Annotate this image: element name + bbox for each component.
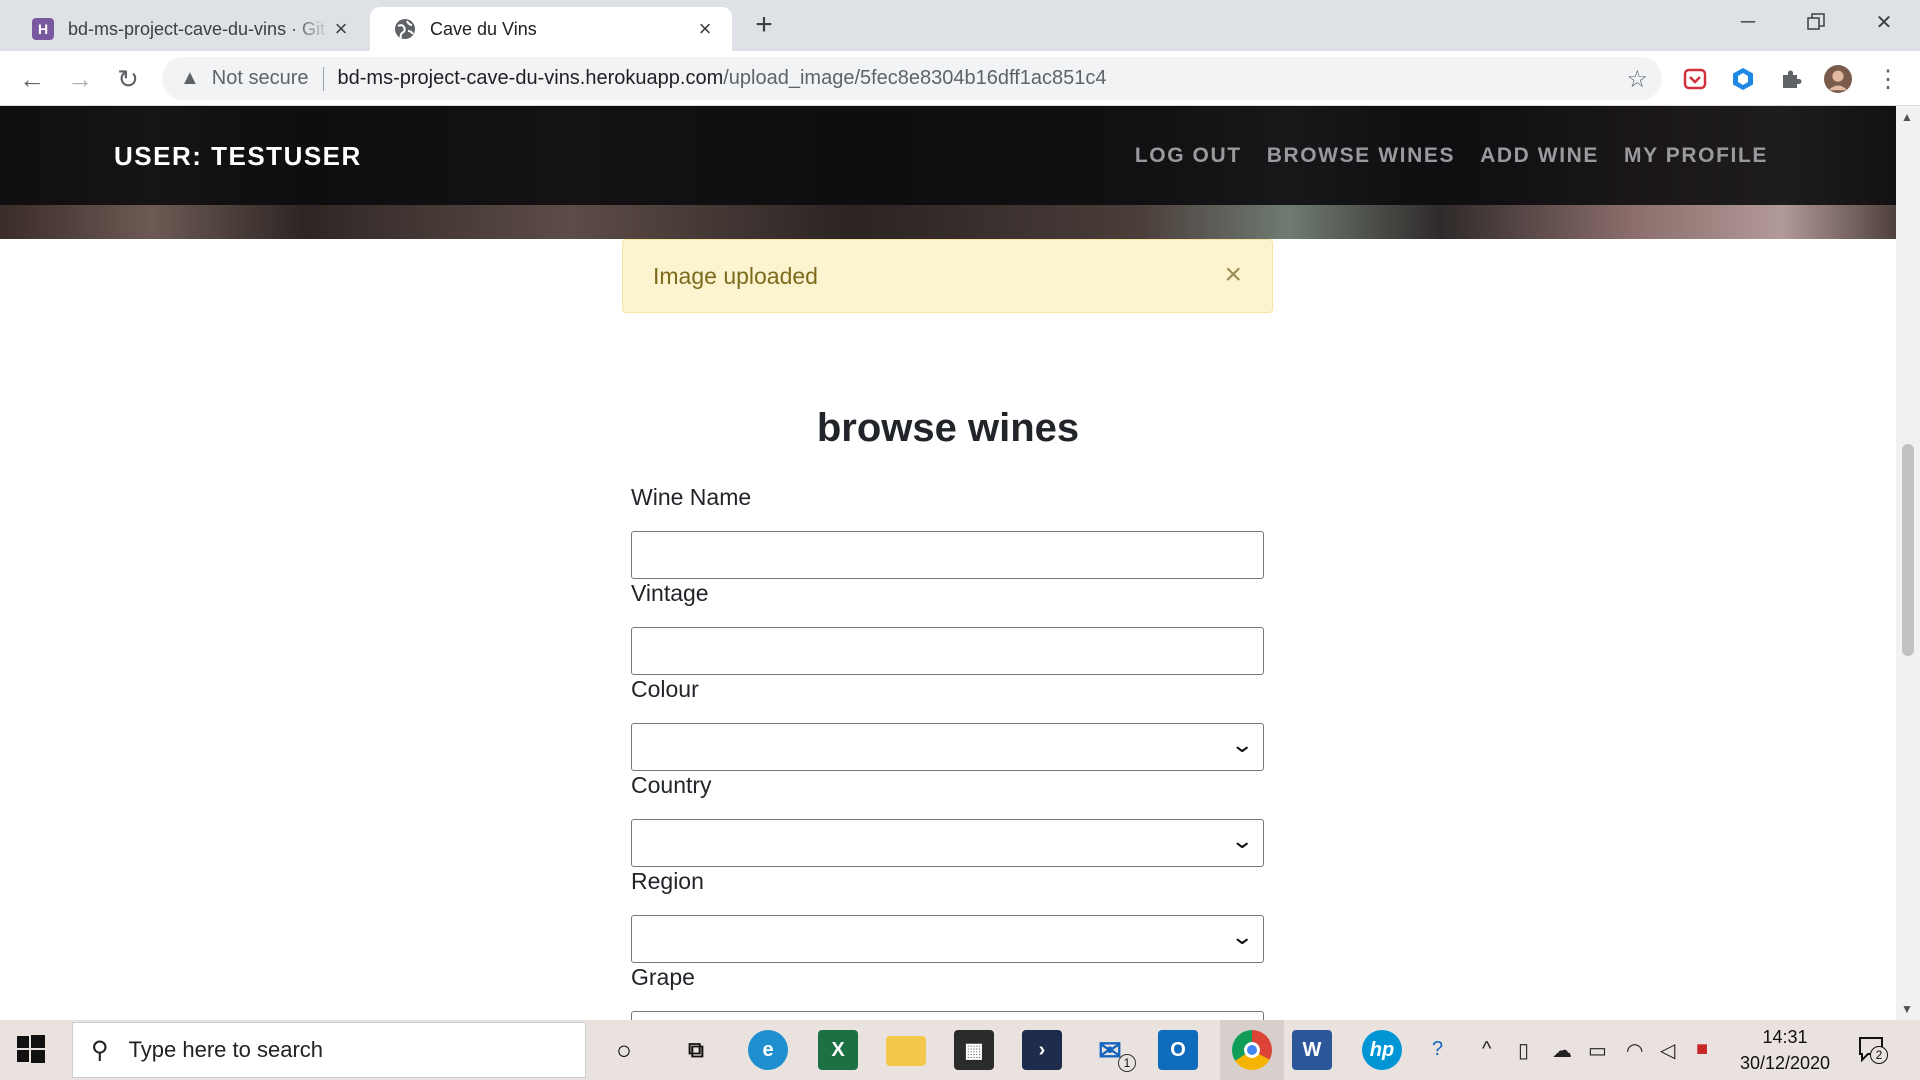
- globe-icon: [394, 18, 416, 40]
- chrome-center-icon: [1244, 1042, 1260, 1058]
- edge-icon[interactable]: e: [748, 1030, 788, 1070]
- windows-taskbar: ⚲ Type here to search ○ ⧉ e X ▦ › ✉ 1 O …: [0, 1020, 1920, 1080]
- label-colour: Colour: [631, 676, 699, 702]
- label-grape: Grape: [631, 964, 695, 990]
- notification-badge: 2: [1870, 1046, 1888, 1064]
- country-select[interactable]: ⌄: [631, 819, 1264, 867]
- colour-select[interactable]: ⌄: [631, 723, 1264, 771]
- vintage-input[interactable]: [631, 627, 1264, 675]
- nav-add-wine[interactable]: ADD WINE: [1480, 144, 1599, 168]
- task-view-icon[interactable]: ⧉: [676, 1030, 716, 1070]
- profile-avatar-icon[interactable]: [1824, 65, 1852, 93]
- close-window-icon[interactable]: ✕: [1850, 0, 1918, 44]
- page-scrollbar[interactable]: ▲ ▼: [1896, 106, 1920, 1020]
- clock-time: 14:31: [1762, 1027, 1808, 1047]
- mail-badge: 1: [1118, 1054, 1136, 1072]
- new-tab-icon[interactable]: +: [748, 10, 780, 42]
- flash-text: Image uploaded: [653, 263, 818, 289]
- search-icon: ⚲: [91, 1036, 109, 1064]
- hex-extension-icon[interactable]: [1729, 65, 1757, 93]
- show-hidden-icons-icon[interactable]: ^: [1482, 1038, 1491, 1061]
- close-icon[interactable]: ×: [1224, 258, 1242, 292]
- page-title: browse wines: [816, 406, 1080, 450]
- nav-my-profile[interactable]: MY PROFILE: [1624, 144, 1768, 168]
- close-tab-icon[interactable]: ×: [330, 18, 352, 40]
- hp-icon[interactable]: hp: [1362, 1030, 1402, 1070]
- tab-title: bd-ms-project-cave-du-vins · Git: [68, 18, 326, 39]
- site-nav: LOG OUT BROWSE WINES ADD WINE MY PROFILE: [1135, 144, 1768, 168]
- region-select[interactable]: ⌄: [631, 915, 1264, 963]
- address-bar[interactable]: ▲ Not secure bd-ms-project-cave-du-vins.…: [162, 57, 1662, 100]
- device-icon[interactable]: ▯: [1518, 1038, 1529, 1063]
- bookmark-star-icon[interactable]: ☆: [1626, 65, 1648, 94]
- tab-heroku[interactable]: H bd-ms-project-cave-du-vins · Git ×: [8, 7, 368, 51]
- outlook-icon[interactable]: O: [1158, 1030, 1198, 1070]
- browser-toolbar: ← → ↻ ▲ Not secure bd-ms-project-cave-du…: [0, 51, 1920, 106]
- url-host: bd-ms-project-cave-du-vins.herokuapp.com: [337, 67, 724, 89]
- browser-tab-strip: H bd-ms-project-cave-du-vins · Git × Cav…: [0, 0, 1920, 51]
- chevron-down-icon: ⌄: [1229, 828, 1254, 853]
- site-navbar: USER: TESTUSER LOG OUT BROWSE WINES ADD …: [0, 106, 1896, 205]
- wifi-icon[interactable]: ◠: [1626, 1038, 1643, 1063]
- label-vintage: Vintage: [631, 580, 709, 606]
- security-tray-icon[interactable]: ■: [1696, 1038, 1708, 1061]
- tab-cave-du-vins[interactable]: Cave du Vins ×: [370, 7, 732, 51]
- minimize-icon[interactable]: ─: [1714, 0, 1782, 44]
- security-label: Not secure: [211, 67, 309, 89]
- label-region: Region: [631, 868, 704, 894]
- wine-name-input[interactable]: [631, 531, 1264, 579]
- taskbar-clock[interactable]: 14:31 30/12/2020: [1730, 1024, 1840, 1076]
- help-icon[interactable]: ?: [1432, 1038, 1443, 1061]
- scroll-up-icon[interactable]: ▲: [1901, 110, 1913, 124]
- volume-icon[interactable]: ◁: [1660, 1038, 1675, 1063]
- close-tab-icon[interactable]: ×: [694, 18, 716, 40]
- chevron-down-icon: ⌄: [1229, 924, 1254, 949]
- pocket-extension-icon[interactable]: [1681, 65, 1709, 93]
- forward-icon[interactable]: →: [62, 61, 98, 97]
- onedrive-icon[interactable]: ☁: [1552, 1038, 1572, 1063]
- warning-icon: ▲: [180, 67, 200, 89]
- brand-logo[interactable]: USER: TESTUSER: [114, 141, 362, 172]
- chrome-icon[interactable]: [1232, 1030, 1272, 1070]
- nav-browse-wines[interactable]: BROWSE WINES: [1267, 144, 1455, 168]
- powershell-icon[interactable]: ›: [1022, 1030, 1062, 1070]
- clock-date: 30/12/2020: [1739, 1053, 1831, 1073]
- tab-title: Cave du Vins: [430, 18, 537, 39]
- taskbar-search-box[interactable]: ⚲ Type here to search: [72, 1022, 586, 1078]
- scrollbar-thumb[interactable]: [1902, 444, 1914, 656]
- flash-message: Image uploaded ×: [622, 239, 1273, 313]
- label-wine-name: Wine Name: [631, 484, 752, 510]
- chrome-menu-icon[interactable]: ⋮: [1874, 65, 1902, 93]
- store-icon[interactable]: ▦: [954, 1030, 994, 1070]
- page-viewport: USER: TESTUSER LOG OUT BROWSE WINES ADD …: [0, 106, 1896, 1020]
- restore-icon[interactable]: [1782, 0, 1850, 44]
- grape-select[interactable]: ⌄: [631, 1011, 1264, 1020]
- chevron-down-icon: ⌄: [1229, 732, 1254, 757]
- scroll-down-icon[interactable]: ▼: [1901, 1002, 1913, 1016]
- search-placeholder: Type here to search: [128, 1037, 324, 1062]
- nav-log-out[interactable]: LOG OUT: [1135, 144, 1242, 168]
- excel-icon[interactable]: X: [818, 1030, 858, 1070]
- extensions-puzzle-icon[interactable]: [1777, 65, 1805, 93]
- notification-center-icon[interactable]: 2: [1858, 1036, 1888, 1064]
- reload-icon[interactable]: ↻: [110, 61, 146, 97]
- back-icon[interactable]: ←: [14, 61, 50, 97]
- heroku-icon: H: [32, 18, 54, 40]
- windows-start-icon[interactable]: [16, 1034, 46, 1064]
- word-icon[interactable]: W: [1292, 1030, 1332, 1070]
- label-country: Country: [631, 772, 712, 798]
- omnibox-divider: [322, 66, 324, 91]
- cortana-icon[interactable]: ○: [604, 1030, 644, 1070]
- file-explorer-icon[interactable]: [886, 1036, 926, 1066]
- url-path: /upload_image/5fec8e8304b16dff1ac851c4: [723, 67, 1107, 89]
- battery-icon[interactable]: ▭: [1588, 1038, 1607, 1063]
